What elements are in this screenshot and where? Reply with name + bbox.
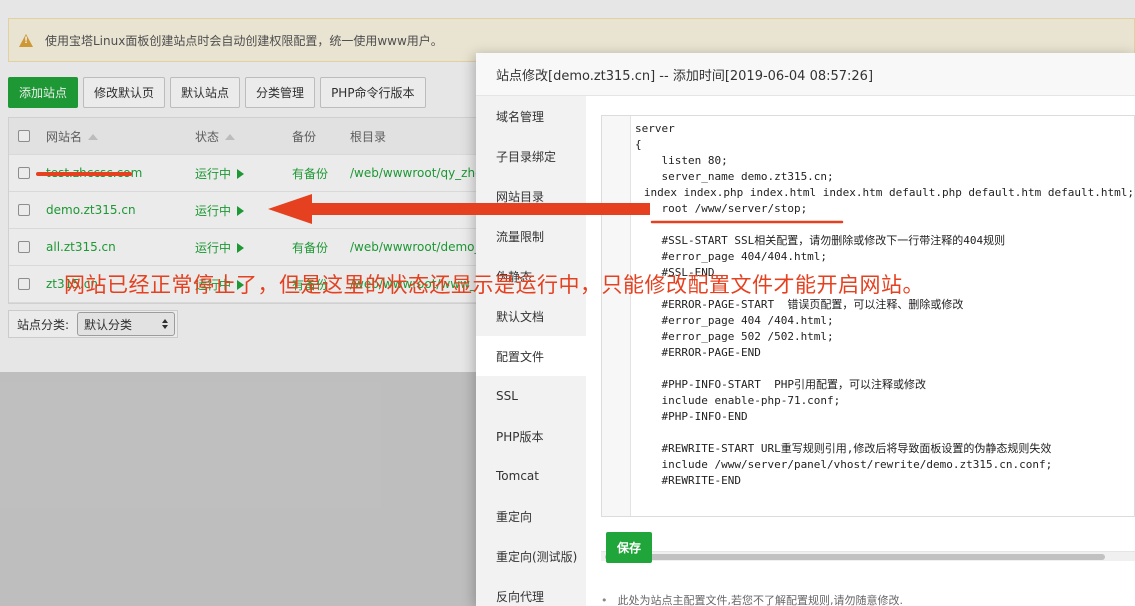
annotation-text: 网站已经正常停止了，但是这里的状态还显示是运行中，只能修改配置文件才能开启网站。 xyxy=(64,273,924,297)
code-text: index index.php index.html index.htm def… xyxy=(617,186,1134,199)
code-line: 2{ xyxy=(602,137,1134,153)
nav-item-site-dir[interactable]: 网站目录 xyxy=(476,176,586,216)
site-edit-dialog: 站点修改[demo.zt315.cn] -- 添加时间[2019-06-04 0… xyxy=(476,53,1135,606)
config-tip: 此处为站点主配置文件,若您不了解配置规则,请勿随意修改. xyxy=(601,592,904,606)
code-text: #SSL-START SSL相关配置，请勿删除或修改下一行带注释的404规则 xyxy=(635,234,1006,247)
code-text: listen 80; xyxy=(635,154,728,167)
code-text: #error_page 404/404.html; xyxy=(635,250,828,263)
editor-horizontal-scrollbar[interactable] xyxy=(601,551,1135,561)
code-line: 3 listen 80; xyxy=(602,153,1134,169)
nav-item-redirect[interactable]: 重定向 xyxy=(476,496,586,536)
code-line: 21 #REWRITE-START URL重写规则引用,修改后将导致面板设置的伪… xyxy=(602,441,1134,457)
code-line: 7 xyxy=(602,217,1134,233)
nav-item-traffic-limit[interactable]: 流量限制 xyxy=(476,216,586,256)
code-line: 22 include /www/server/panel/vhost/rewri… xyxy=(602,457,1134,473)
nav-item-php-version[interactable]: PHP版本 xyxy=(476,416,586,456)
code-line: 1server xyxy=(602,121,1134,137)
code-text: server_name demo.zt315.cn; xyxy=(635,170,834,183)
code-line: 19 #PHP-INFO-END xyxy=(602,409,1134,425)
code-line: 13 #error_page 404 /404.html; xyxy=(602,313,1134,329)
code-text: #PHP-INFO-START PHP引用配置，可以注释或修改 xyxy=(635,378,926,391)
nav-item-reverse-proxy[interactable]: 反向代理 xyxy=(476,576,586,606)
code-line: 20 xyxy=(602,425,1134,441)
nav-item-redirect-beta[interactable]: 重定向(测试版) xyxy=(476,536,586,576)
code-lines: 1server2{3 listen 80;4 server_name demo.… xyxy=(602,116,1134,505)
code-line: 5 index index.php index.html index.htm d… xyxy=(602,185,1134,201)
code-line: 4 server_name demo.zt315.cn; xyxy=(602,169,1134,185)
dialog-body: 1server2{3 listen 80;4 server_name demo.… xyxy=(586,96,1135,606)
nav-item-tomcat[interactable]: Tomcat xyxy=(476,456,586,496)
code-line: 23 #REWRITE-END xyxy=(602,473,1134,489)
code-text: #ERROR-PAGE-START 错误页配置，可以注释、删除或修改 xyxy=(635,298,964,311)
nav-item-ssl[interactable]: SSL xyxy=(476,376,586,416)
save-button[interactable]: 保存 xyxy=(606,532,652,563)
code-line: 9 #error_page 404/404.html; xyxy=(602,249,1134,265)
code-line: 18 include enable-php-71.conf; xyxy=(602,393,1134,409)
code-line: 15 #ERROR-PAGE-END xyxy=(602,345,1134,361)
nav-item-default-doc[interactable]: 默认文档 xyxy=(476,296,586,336)
scrollbar-thumb[interactable] xyxy=(605,554,1105,560)
line-number-gutter xyxy=(602,116,631,516)
code-line: 16 xyxy=(602,361,1134,377)
code-line: 14 #error_page 502 /502.html; xyxy=(602,329,1134,345)
nav-item-domain[interactable]: 域名管理 xyxy=(476,96,586,136)
code-text: #error_page 404 /404.html; xyxy=(635,314,834,327)
code-line: 12 #ERROR-PAGE-START 错误页配置，可以注释、删除或修改 xyxy=(602,297,1134,313)
code-text: #REWRITE-END xyxy=(635,474,741,487)
code-text: include enable-php-71.conf; xyxy=(635,394,841,407)
code-line: 8 #SSL-START SSL相关配置，请勿删除或修改下一行带注释的404规则 xyxy=(602,233,1134,249)
code-text: { xyxy=(635,138,642,151)
code-text: server xyxy=(635,122,675,135)
code-text: #ERROR-PAGE-END xyxy=(635,346,761,359)
dialog-nav: 域名管理 子目录绑定 网站目录 流量限制 伪静态 默认文档 配置文件 SSL P… xyxy=(476,96,586,606)
dialog-title: 站点修改[demo.zt315.cn] -- 添加时间[2019-06-04 0… xyxy=(476,53,1135,96)
code-text: #error_page 502 /502.html; xyxy=(635,330,834,343)
code-line: 6 root /www/server/stop; xyxy=(602,201,1134,217)
code-text: #PHP-INFO-END xyxy=(635,410,748,423)
code-line: 17 #PHP-INFO-START PHP引用配置，可以注释或修改 xyxy=(602,377,1134,393)
nav-item-config-file[interactable]: 配置文件 xyxy=(476,336,586,376)
code-text: root /www/server/stop; xyxy=(635,202,808,215)
nav-item-subdir-binding[interactable]: 子目录绑定 xyxy=(476,136,586,176)
code-line: 24 xyxy=(602,489,1134,505)
code-text: include /www/server/panel/vhost/rewrite/… xyxy=(635,458,1053,471)
config-editor[interactable]: 1server2{3 listen 80;4 server_name demo.… xyxy=(601,115,1135,517)
code-text: #REWRITE-START URL重写规则引用,修改后将导致面板设置的伪静态规… xyxy=(635,442,1052,455)
